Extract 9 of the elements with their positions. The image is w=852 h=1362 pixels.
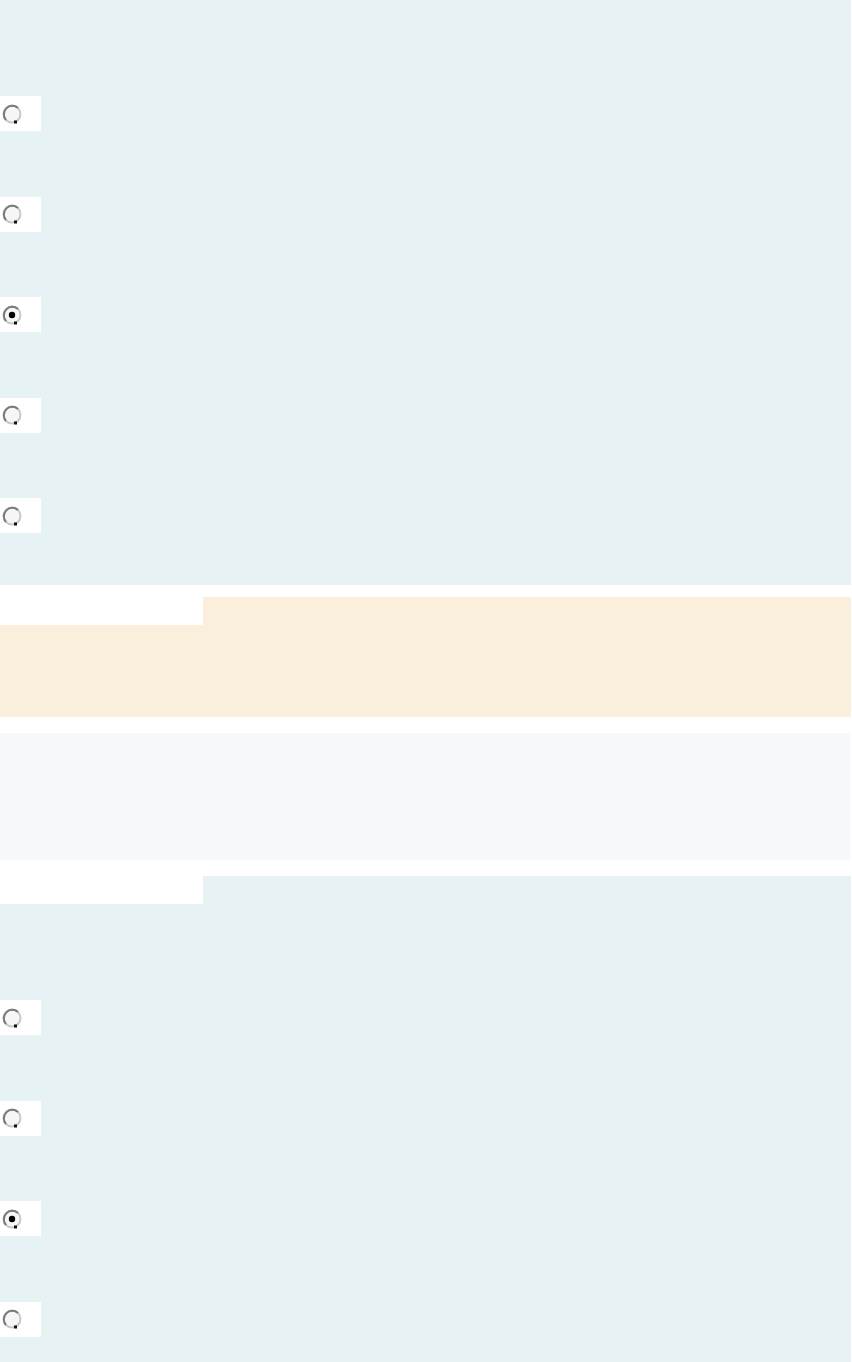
radio-button[interactable]	[2, 1309, 22, 1329]
radio-button[interactable]	[2, 304, 22, 325]
radio-button[interactable]	[2, 505, 22, 526]
radio-button[interactable]	[2, 204, 22, 224]
radio-button[interactable]	[2, 1108, 22, 1128]
radio-button[interactable]	[2, 1208, 22, 1229]
radio-button[interactable]	[2, 103, 22, 124]
radio-button[interactable]	[2, 1007, 22, 1028]
radio-button[interactable]	[2, 405, 22, 425]
